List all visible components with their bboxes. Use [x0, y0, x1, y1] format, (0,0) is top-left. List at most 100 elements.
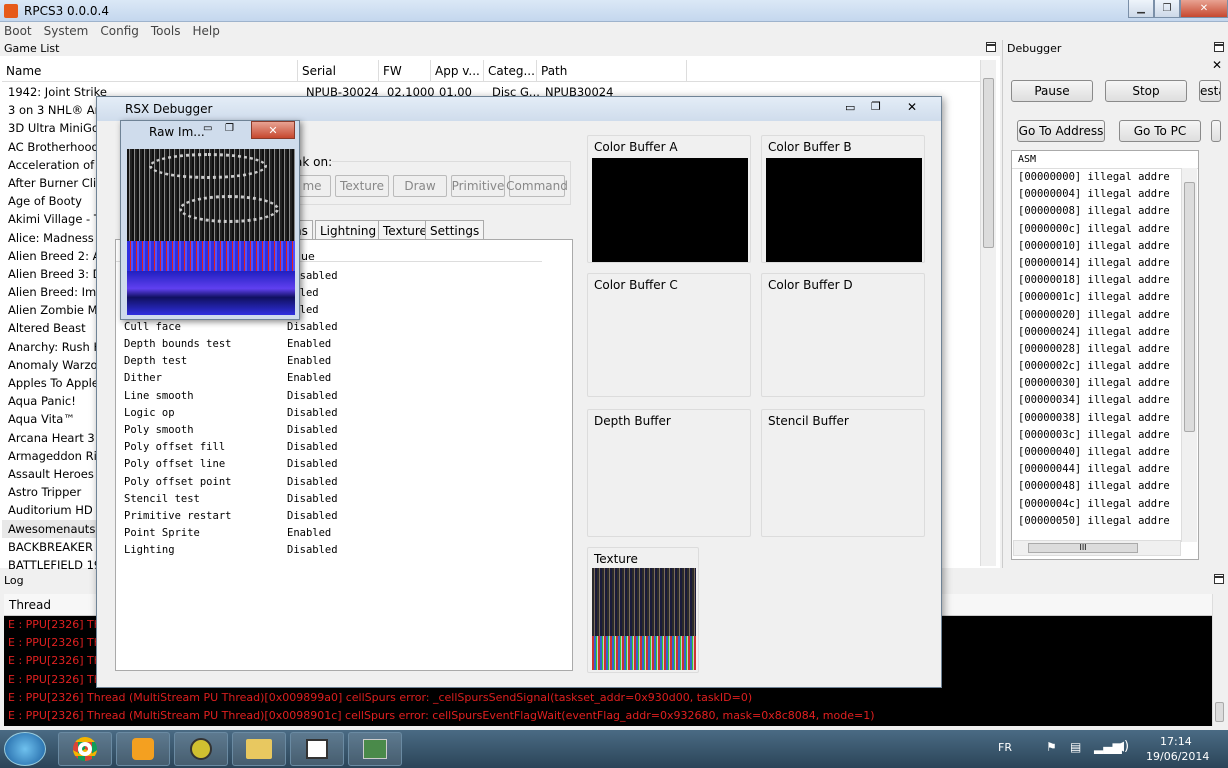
asm-line[interactable]: [00000028] illegal addre [1012, 341, 1198, 358]
tab-texture[interactable]: Texture [378, 220, 432, 240]
col-path[interactable]: Path [537, 60, 687, 81]
col-serial[interactable]: Serial [298, 60, 379, 81]
asm-list[interactable]: ASM [00000000] illegal addre [00000004] … [1011, 150, 1199, 560]
settings-row[interactable]: Poly offset fill Disabled [124, 441, 338, 453]
menu-system[interactable]: System [44, 24, 89, 38]
dock-float-icon[interactable] [986, 42, 996, 52]
clock-date[interactable]: 19/06/2014 [1146, 750, 1209, 763]
break-draw-button[interactable]: Draw [393, 175, 447, 197]
settings-row[interactable]: Logic op Disabled [124, 407, 338, 419]
settings-row[interactable]: Poly offset point Disabled [124, 476, 338, 488]
asm-line[interactable]: [00000050] illegal addre [1012, 513, 1198, 530]
menu-boot[interactable]: Boot [4, 24, 32, 38]
settings-row[interactable]: Line smooth Disabled [124, 390, 338, 402]
asm-line[interactable]: [0000003c] illegal addre [1012, 427, 1198, 444]
language-indicator[interactable]: FR [998, 741, 1012, 754]
raw-image-view[interactable] [127, 149, 295, 315]
volume-icon[interactable]: ◀) [1114, 739, 1129, 754]
settings-row[interactable]: Poly smooth Disabled [124, 424, 338, 436]
buffer-view[interactable] [766, 158, 922, 262]
asm-line[interactable]: [00000034] illegal addre [1012, 392, 1198, 409]
settings-row[interactable]: Poly offset line Disabled [124, 458, 338, 470]
minimize-icon[interactable]: ▭ [203, 123, 212, 134]
minimize-icon[interactable]: ▭ [845, 101, 855, 114]
settings-row[interactable]: Lighting Disabled [124, 544, 338, 556]
asm-line[interactable]: [0000002c] illegal addre [1012, 358, 1198, 375]
asm-line[interactable]: [00000048] illegal addre [1012, 478, 1198, 495]
asm-line[interactable]: [00000014] illegal addre [1012, 255, 1198, 272]
tab-settings[interactable]: Settings [425, 220, 485, 240]
settings-row[interactable]: Dither Enabled [124, 372, 331, 384]
scrollbar-thumb[interactable] [983, 78, 994, 248]
log-scrollbar[interactable] [1212, 594, 1226, 726]
start-button[interactable] [4, 732, 46, 766]
asm-line[interactable]: [00000024] illegal addre [1012, 324, 1198, 341]
asm-line[interactable]: [00000008] illegal addre [1012, 203, 1198, 220]
maximize-icon[interactable]: ❐ [1154, 0, 1180, 18]
setting-value: Enabled [287, 355, 332, 367]
col-fw[interactable]: FW [379, 60, 431, 81]
asm-line[interactable]: [00000004] illegal addre [1012, 186, 1198, 203]
close-icon[interactable]: ✕ [1212, 58, 1222, 72]
search-app-taskbar-icon[interactable] [174, 732, 228, 766]
chrome-taskbar-icon[interactable] [58, 732, 112, 766]
scrollbar-thumb[interactable] [1184, 182, 1195, 432]
rpcs3-taskbar-icon[interactable] [290, 732, 344, 766]
settings-row[interactable]: Stencil test Disabled [124, 493, 338, 505]
network-icon[interactable]: ▤ [1070, 740, 1081, 754]
break-primitive-button[interactable]: Primitive [451, 175, 505, 197]
buffer-view[interactable] [592, 158, 748, 262]
asm-line[interactable]: [00000018] illegal addre [1012, 272, 1198, 289]
asm-line[interactable]: [00000040] illegal addre [1012, 444, 1198, 461]
minimize-icon[interactable]: ▁ [1128, 0, 1154, 18]
asm-line[interactable]: [00000000] illegal addre [1012, 169, 1198, 186]
debug-taskbar-icon[interactable] [348, 732, 402, 766]
stop-button[interactable]: Stop [1105, 80, 1187, 102]
col-app-version[interactable]: App v... [431, 60, 484, 81]
break-command-button[interactable]: Command [506, 175, 568, 197]
asm-scrollbar[interactable] [1181, 168, 1197, 542]
col-name[interactable]: Name [2, 60, 298, 81]
color-buffer-a: Color Buffer A [587, 135, 751, 263]
asm-line[interactable]: [00000038] illegal addre [1012, 410, 1198, 427]
asm-line[interactable]: [00000044] illegal addre [1012, 461, 1198, 478]
scrollbar-thumb[interactable] [1215, 702, 1224, 722]
asm-hscrollbar[interactable]: III [1013, 540, 1181, 556]
folder-taskbar-icon[interactable] [232, 732, 286, 766]
settings-row[interactable]: Cull face Disabled [124, 321, 338, 333]
texture-preview[interactable] [592, 568, 696, 670]
flag-icon[interactable]: ⚑ [1046, 740, 1057, 754]
settings-row[interactable]: Depth test Enabled [124, 355, 331, 367]
asm-line[interactable]: [0000000c] illegal addre [1012, 221, 1198, 238]
extra-button[interactable] [1211, 120, 1221, 142]
menu-help[interactable]: Help [192, 24, 219, 38]
settings-row[interactable]: Point Sprite Enabled [124, 527, 331, 539]
maximize-icon[interactable]: ❐ [871, 100, 881, 113]
game-list-scrollbar[interactable] [980, 60, 996, 566]
restart-button[interactable]: esta [1199, 80, 1221, 102]
asm-line[interactable]: [00000020] illegal addre [1012, 307, 1198, 324]
go-to-pc-button[interactable]: Go To PC [1119, 120, 1201, 142]
break-texture-button[interactable]: Texture [335, 175, 389, 197]
close-icon[interactable]: ✕ [1180, 0, 1228, 18]
close-icon[interactable]: ✕ [251, 121, 295, 139]
menu-tools[interactable]: Tools [151, 24, 181, 38]
maximize-icon[interactable]: ❐ [225, 123, 234, 134]
pause-button[interactable]: Pause [1011, 80, 1093, 102]
settings-row[interactable]: Primitive restart Disabled [124, 510, 338, 522]
asm-line[interactable]: [0000004c] illegal addre [1012, 496, 1198, 513]
tab-lightning[interactable]: Lightning [315, 220, 382, 240]
menu-config[interactable]: Config [100, 24, 139, 38]
close-icon[interactable]: ✕ [907, 100, 917, 114]
col-category[interactable]: Categ... [484, 60, 537, 81]
asm-line[interactable]: [00000030] illegal addre [1012, 375, 1198, 392]
dock-float-icon[interactable] [1214, 574, 1224, 584]
dock-float-icon[interactable] [1214, 42, 1224, 52]
settings-row[interactable]: Depth bounds test Enabled [124, 338, 331, 350]
asm-line[interactable]: [00000010] illegal addre [1012, 238, 1198, 255]
asm-line[interactable]: [0000001c] illegal addre [1012, 289, 1198, 306]
hscroll-thumb[interactable]: III [1028, 543, 1138, 553]
go-to-address-button[interactable]: Go To Address [1017, 120, 1105, 142]
media-player-taskbar-icon[interactable] [116, 732, 170, 766]
clock-time[interactable]: 17:14 [1160, 735, 1192, 748]
